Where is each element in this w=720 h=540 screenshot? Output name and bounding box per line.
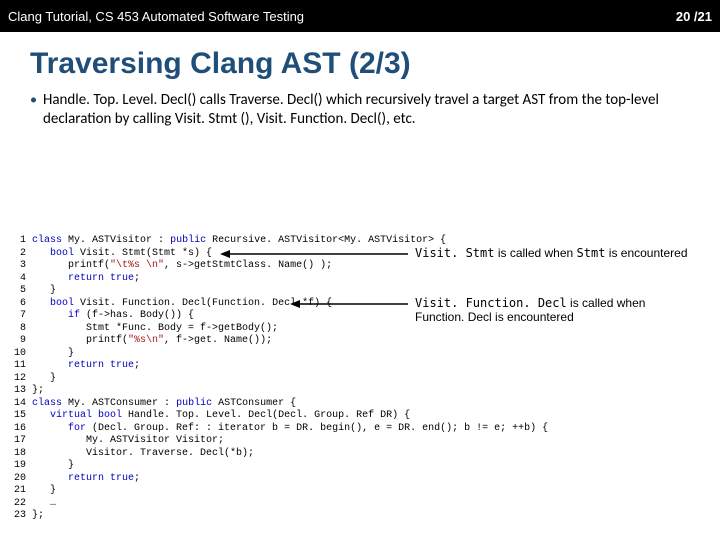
arrow-icon [290, 298, 410, 310]
slide-header: Clang Tutorial, CS 453 Automated Softwar… [0, 0, 720, 32]
slide-title: Traversing Clang AST (2/3) [30, 47, 690, 81]
annotation-2: Visit. Function. Decl is called when Fun… [415, 296, 645, 325]
annotation-1: Visit. Stmt is called when Stmt is encou… [415, 246, 688, 260]
arrow-icon [220, 248, 410, 260]
bullet-text: Handle. Top. Level. Decl() calls Travers… [43, 91, 690, 129]
bullet-dot-icon: • [30, 91, 37, 129]
code-block: 1234567891011121314151617181920212223 cl… [14, 235, 548, 523]
header-right: 20 /21 [676, 9, 712, 24]
bullet-item: • Handle. Top. Level. Decl() calls Trave… [30, 91, 690, 129]
code-lines: class My. ASTVisitor : public Recursive.… [32, 235, 548, 523]
line-numbers: 1234567891011121314151617181920212223 [14, 235, 32, 523]
header-left: Clang Tutorial, CS 453 Automated Softwar… [8, 9, 304, 24]
